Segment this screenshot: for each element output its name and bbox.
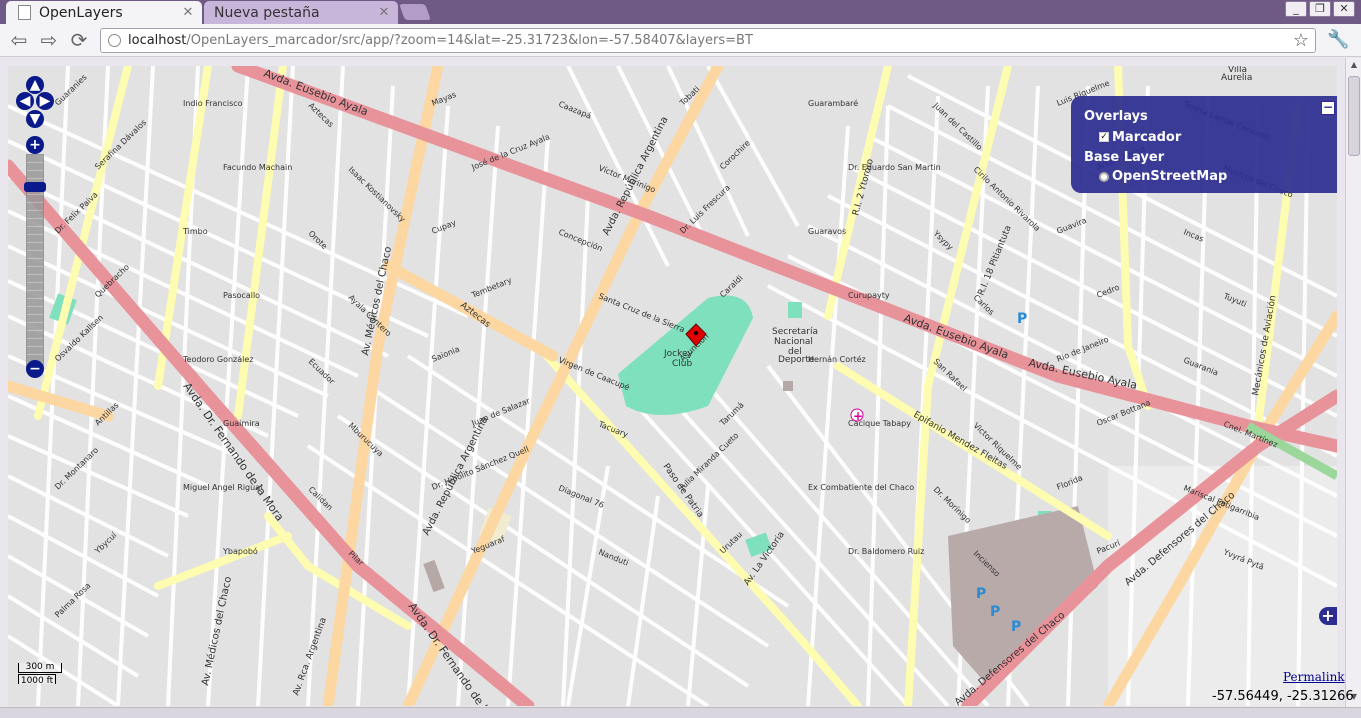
zoom-out-icon[interactable]: − [26, 360, 44, 378]
scale-imperial: 1000 ft [18, 674, 56, 686]
tab-close-icon[interactable]: ✕ [180, 5, 196, 20]
openstreetmap-radio[interactable] [1099, 172, 1109, 182]
street-label: Curupayty [848, 291, 890, 300]
bookmark-star-icon[interactable]: ☆ [1293, 30, 1309, 51]
back-arrow-icon[interactable]: ⇦ [7, 29, 31, 51]
poi-label: Secretaría [772, 327, 818, 337]
layer-switcher-minimize-icon[interactable]: − [1321, 101, 1335, 115]
tab-openlayers[interactable]: OpenLayers ✕ [6, 1, 202, 24]
street-label: Guarambaré [808, 98, 858, 108]
pan-left-icon[interactable]: ◀ [16, 92, 34, 110]
svg-text:P: P [976, 586, 986, 602]
browser-toolbar: ⇦ ⇨ ⟳ localhost/OpenLayers_marcador/src/… [0, 24, 1361, 57]
reload-icon[interactable]: ⟳ [67, 29, 91, 51]
svg-text:P: P [990, 604, 1000, 620]
street-label: Hernán Cortéz [808, 354, 866, 364]
base-layer-label[interactable]: OpenStreetMap [1112, 169, 1227, 184]
base-layer-heading: Base Layer [1084, 150, 1165, 165]
mouse-position: -57.56449, -25.31266 [1212, 689, 1354, 704]
address-bar[interactable]: localhost/OpenLayers_marcador/src/app/?z… [100, 28, 1316, 53]
browser-window: OpenLayers ✕ Nueva pestaña ✕ _ ❐ ✕ ⇦ ⇨ ⟳… [0, 0, 1361, 718]
pan-down-icon[interactable]: ▼ [26, 110, 44, 128]
wrench-icon[interactable]: 🔧 [1327, 29, 1349, 51]
street-label: Miguel Angel Rigual [183, 483, 262, 492]
street-label: Indio Francisco [183, 99, 243, 108]
street-label: Teodoro González [182, 355, 253, 364]
page-info-icon[interactable] [108, 34, 121, 47]
svg-text:P: P [1017, 311, 1027, 327]
street-label: Pasocallo [223, 291, 260, 300]
maximize-button[interactable]: ❐ [1309, 1, 1331, 17]
forward-arrow-icon[interactable]: ⇨ [37, 29, 61, 51]
pan-zoom-bar: ▲ ◀ ▶ ▼ + − [16, 74, 56, 384]
scrollbar-thumb[interactable] [1348, 76, 1360, 156]
street-label: Dr. Eduardo San Martin [848, 163, 941, 172]
tab-label: Nueva pestaña [214, 4, 320, 21]
status-bar [0, 707, 1361, 718]
permalink-link[interactable]: Permalink [1283, 670, 1345, 684]
street-label: Ex Combatiente del Chaco [808, 483, 914, 492]
scale-line: 300 m 1000 ft [18, 663, 62, 686]
marcador-checkbox[interactable]: ✓ [1099, 132, 1109, 142]
overview-map-maximize-icon[interactable]: + [1319, 607, 1337, 625]
street-label: Timbo [182, 227, 208, 236]
tab-close-icon[interactable]: ✕ [376, 5, 392, 20]
page-favicon-icon [18, 5, 31, 20]
zoom-in-icon[interactable]: + [26, 136, 44, 154]
layer-switcher: Overlays ✓ Marcador Base Layer OpenStree… [1071, 96, 1337, 193]
street-label: Guaimira [223, 419, 260, 428]
pan-right-icon[interactable]: ▶ [36, 92, 54, 110]
street-label: Cacique Tabapy [848, 419, 911, 428]
overlays-heading: Overlays [1084, 109, 1148, 124]
pan-up-icon[interactable]: ▲ [26, 76, 44, 94]
scroll-up-arrow-icon[interactable]: ▲ [1348, 60, 1360, 72]
minimize-button[interactable]: _ [1285, 1, 1307, 17]
vertical-scrollbar[interactable]: ▲ ▼ [1345, 58, 1361, 708]
street-label: Dr. Baldomero Ruiz [848, 547, 924, 556]
tab-strip: OpenLayers ✕ Nueva pestaña ✕ _ ❐ ✕ [0, 0, 1361, 24]
street-label: Ybapobó [222, 546, 258, 556]
url-text[interactable]: localhost/OpenLayers_marcador/src/app/?z… [128, 33, 753, 48]
tab-label: OpenLayers [39, 4, 123, 21]
close-window-button[interactable]: ✕ [1333, 1, 1355, 17]
svg-text:P: P [1011, 619, 1021, 635]
zoom-slider-handle[interactable] [24, 182, 46, 192]
scale-metric: 300 m [18, 663, 62, 673]
street-label: Guaravos [808, 227, 846, 236]
street-label: Facundo Machain [223, 163, 292, 172]
tab-new-tab[interactable]: Nueva pestaña ✕ [204, 1, 398, 24]
poi-label: Aurelia [1221, 73, 1252, 83]
poi-label: Nacional [774, 337, 813, 347]
overlay-label[interactable]: Marcador [1112, 130, 1181, 145]
new-tab-button[interactable] [399, 4, 431, 20]
